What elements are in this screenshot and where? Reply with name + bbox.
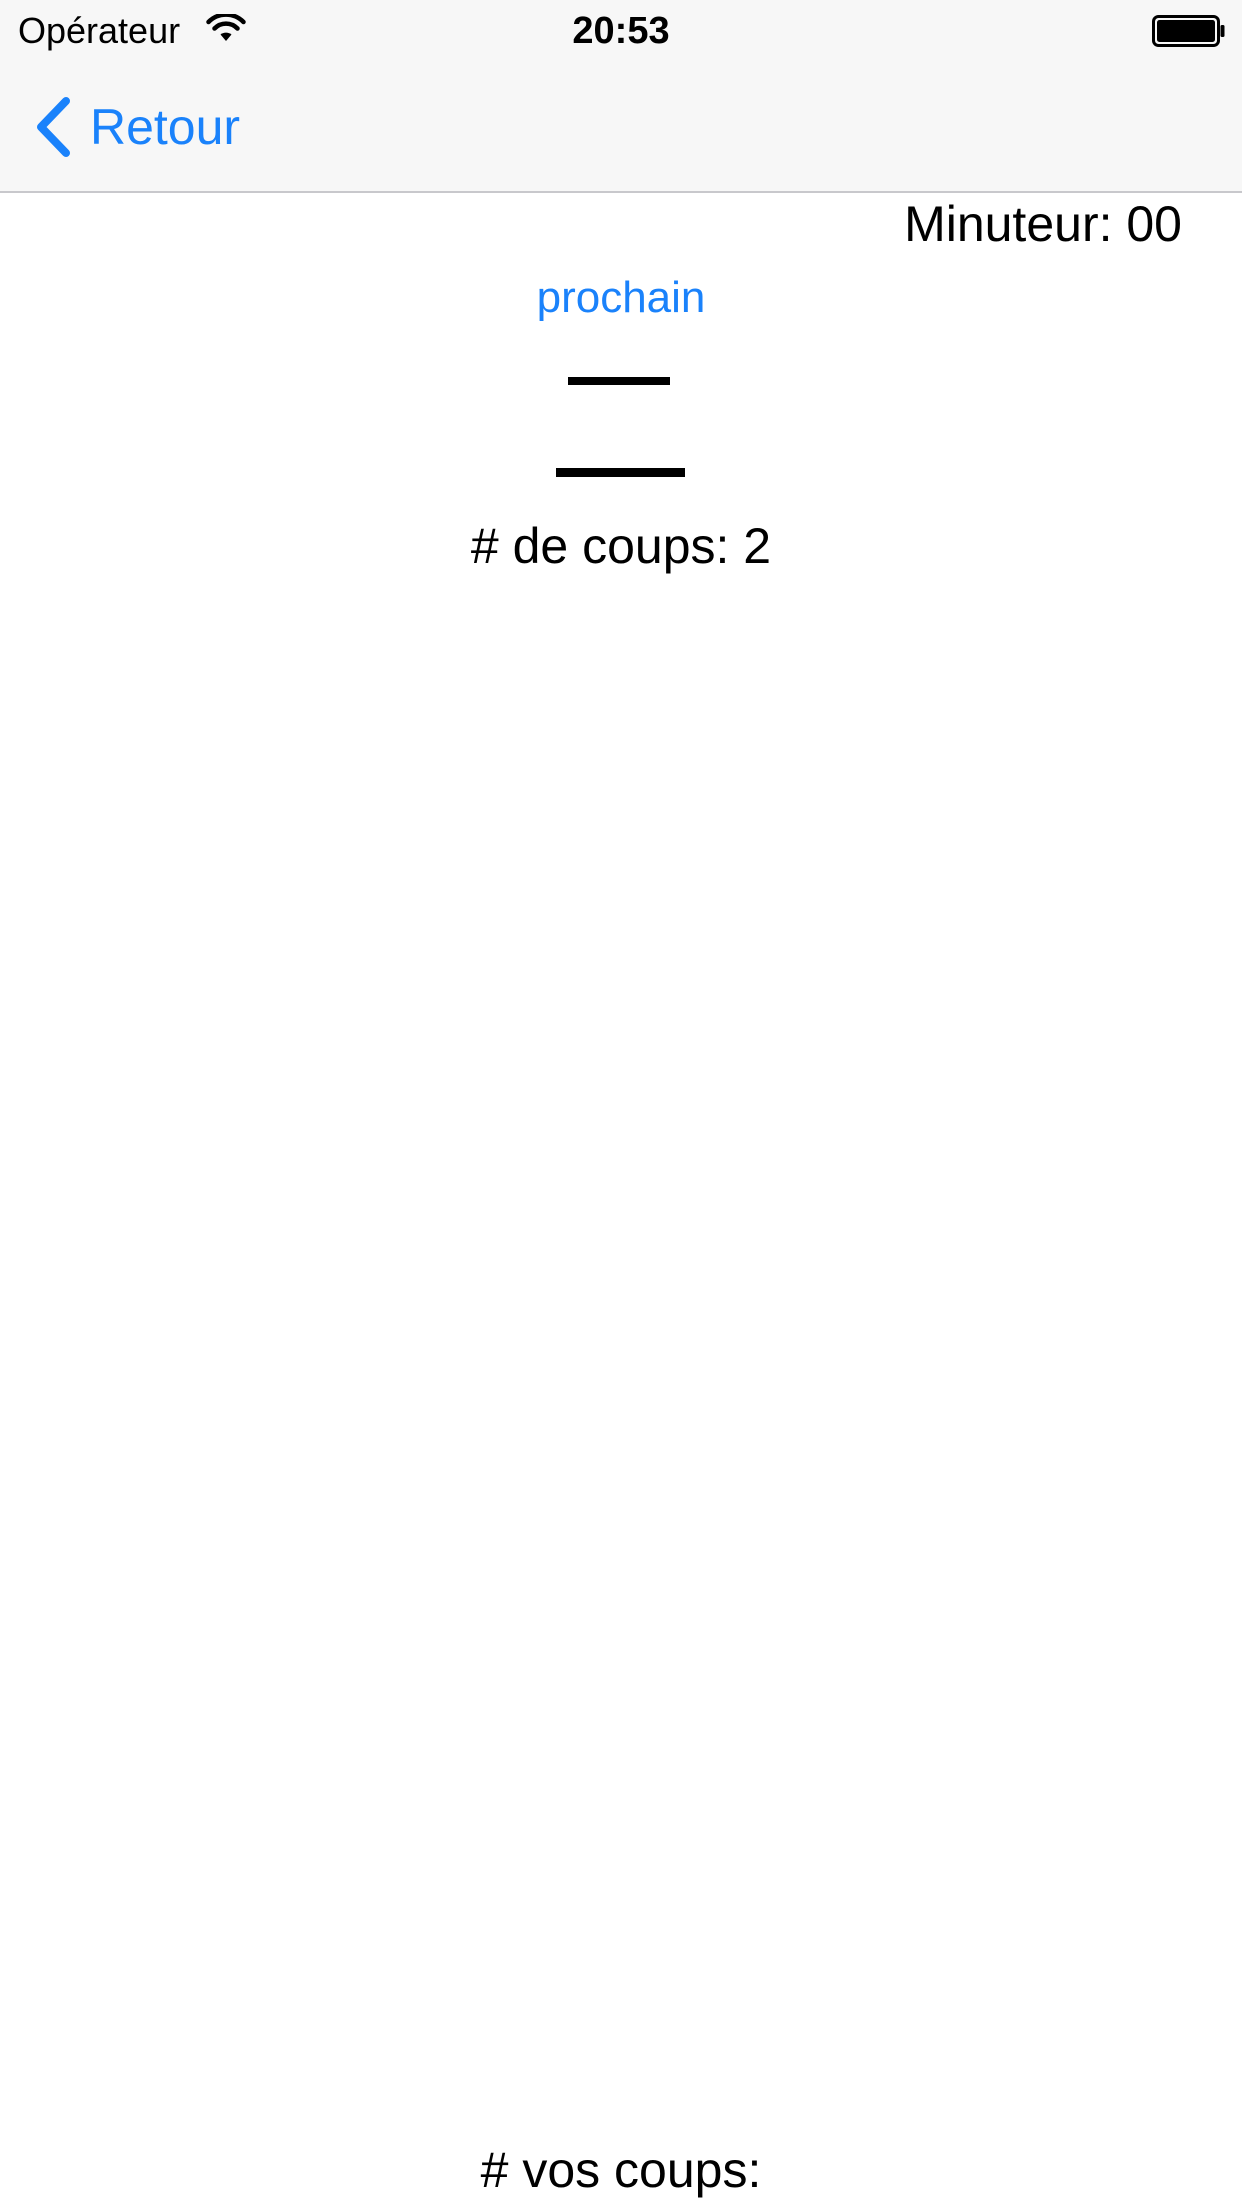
status-bar: Opérateur 20:53 <box>0 0 1242 60</box>
blank-dash-top <box>568 377 670 385</box>
timer-label: Minuteur: 00 <box>904 196 1182 252</box>
back-button[interactable]: Retour <box>32 90 240 164</box>
next-button[interactable]: prochain <box>0 270 1242 326</box>
battery-icon <box>1152 15 1225 47</box>
navigation-bar: Retour <box>0 60 1242 193</box>
chevron-left-icon <box>37 97 70 157</box>
status-time: 20:53 <box>572 10 670 52</box>
back-button-label: Retour <box>90 99 241 155</box>
blank-dash-bottom <box>556 468 685 477</box>
your-moves-label: # vos coups: <box>480 2142 762 2198</box>
moves-count-label: # de coups: 2 <box>470 518 772 574</box>
